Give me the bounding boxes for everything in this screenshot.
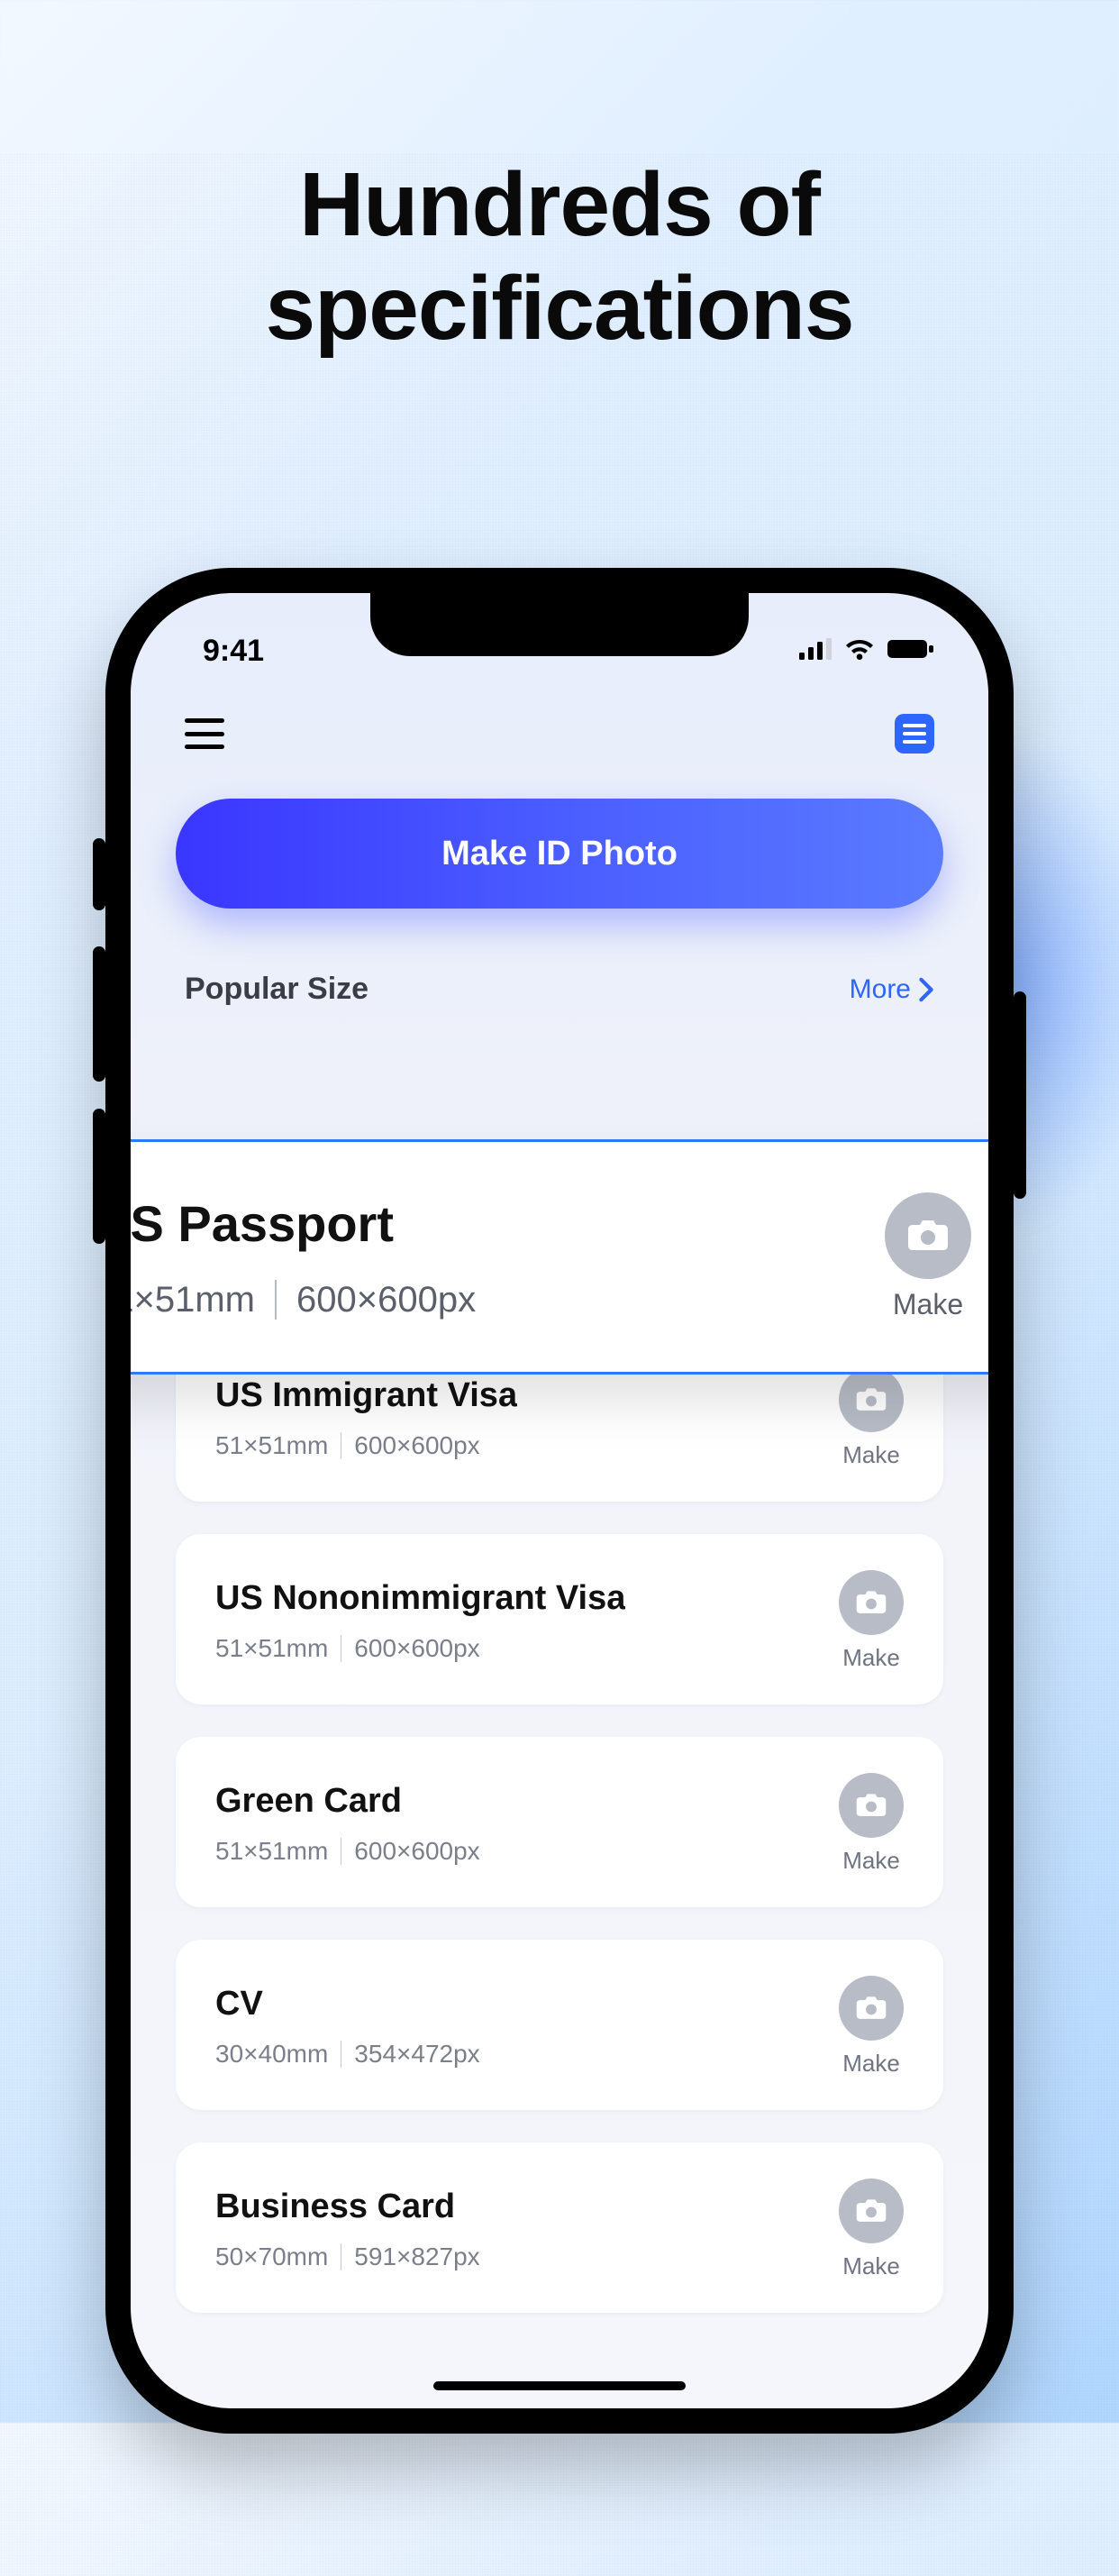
page-headline: Hundreds of specifications xyxy=(0,153,1119,361)
make-label: Make xyxy=(842,1644,900,1672)
make-id-photo-button[interactable]: Make ID Photo xyxy=(176,799,943,909)
card-px: 600×600px xyxy=(354,1634,479,1663)
camera-icon xyxy=(839,2179,904,2243)
separator xyxy=(275,1280,277,1320)
card-title: Business Card xyxy=(215,2188,480,2226)
featured-card[interactable]: US Passport 51×51mm 600×600px Make xyxy=(131,1139,988,1375)
card-dimensions: 51×51mm 600×600px xyxy=(215,1837,480,1866)
card-px: 600×600px xyxy=(354,1837,479,1866)
card-mm: 30×40mm xyxy=(215,2040,328,2069)
make-label: Make xyxy=(893,1288,963,1321)
phone-side-button xyxy=(93,1109,105,1244)
phone-notch xyxy=(370,593,749,656)
make-label: Make xyxy=(842,2050,900,2078)
card-px: 354×472px xyxy=(354,2040,479,2069)
card-px: 600×600px xyxy=(354,1431,479,1460)
phone-frame: 9:41 Make ID Photo Popular Size More xyxy=(105,568,1014,2434)
more-button[interactable]: More xyxy=(850,974,934,1005)
card-mm: 50×70mm xyxy=(215,2243,328,2271)
phone-side-button xyxy=(93,838,105,910)
card-dimensions: 50×70mm 591×827px xyxy=(215,2243,480,2271)
featured-title: US Passport xyxy=(131,1194,476,1253)
camera-icon xyxy=(839,1976,904,2041)
status-time: 9:41 xyxy=(203,634,264,669)
menu-icon[interactable] xyxy=(185,718,224,749)
make-label: Make xyxy=(842,2252,900,2280)
spec-card[interactable]: CV 30×40mm 354×472px Make xyxy=(176,1940,943,2110)
phone-side-button xyxy=(93,946,105,1082)
camera-icon xyxy=(839,1773,904,1838)
phone-side-button xyxy=(1014,991,1026,1199)
card-title: CV xyxy=(215,1985,480,2023)
home-indicator xyxy=(433,2381,686,2390)
list-mode-button[interactable] xyxy=(895,714,934,754)
make-button[interactable]: Make xyxy=(839,1570,904,1672)
camera-icon xyxy=(839,1570,904,1635)
make-button[interactable]: Make xyxy=(839,1773,904,1875)
camera-icon xyxy=(885,1192,971,1279)
make-label: Make xyxy=(842,1847,900,1875)
card-dimensions: 51×51mm 600×600px xyxy=(215,1431,517,1460)
app-toolbar xyxy=(131,692,988,761)
card-dimensions: 30×40mm 354×472px xyxy=(215,2040,480,2069)
camera-icon xyxy=(839,1367,904,1432)
featured-mm: 51×51mm xyxy=(131,1280,255,1320)
section-title: Popular Size xyxy=(185,972,368,1007)
card-title: US Nononimmigrant Visa xyxy=(215,1579,625,1618)
make-button[interactable]: Make xyxy=(885,1192,971,1321)
card-mm: 51×51mm xyxy=(215,1634,328,1663)
spec-card[interactable]: Green Card 51×51mm 600×600px Make xyxy=(176,1737,943,1907)
spec-card[interactable]: Business Card 50×70mm 591×827px Make xyxy=(176,2142,943,2313)
make-button[interactable]: Make xyxy=(839,2179,904,2280)
card-title: US Immigrant Visa xyxy=(215,1376,517,1415)
card-mm: 51×51mm xyxy=(215,1431,328,1460)
card-mm: 51×51mm xyxy=(215,1837,328,1866)
make-button[interactable]: Make xyxy=(839,1976,904,2078)
cellular-icon xyxy=(799,638,832,664)
card-title: Green Card xyxy=(215,1782,480,1821)
chevron-right-icon xyxy=(918,977,934,1002)
featured-px: 600×600px xyxy=(296,1280,476,1320)
make-label: Make xyxy=(842,1441,900,1469)
make-button[interactable]: Make xyxy=(839,1367,904,1469)
featured-dimensions: 51×51mm 600×600px xyxy=(131,1280,476,1320)
phone-screen: 9:41 Make ID Photo Popular Size More xyxy=(131,593,988,2408)
card-px: 591×827px xyxy=(354,2243,479,2271)
battery-icon xyxy=(887,638,934,664)
card-dimensions: 51×51mm 600×600px xyxy=(215,1634,625,1663)
more-label: More xyxy=(850,974,911,1005)
card-list: US Immigrant Visa 51×51mm 600×600px Make… xyxy=(131,1331,988,2313)
wifi-icon xyxy=(844,638,875,664)
spec-card[interactable]: US Nononimmigrant Visa 51×51mm 600×600px… xyxy=(176,1534,943,1704)
